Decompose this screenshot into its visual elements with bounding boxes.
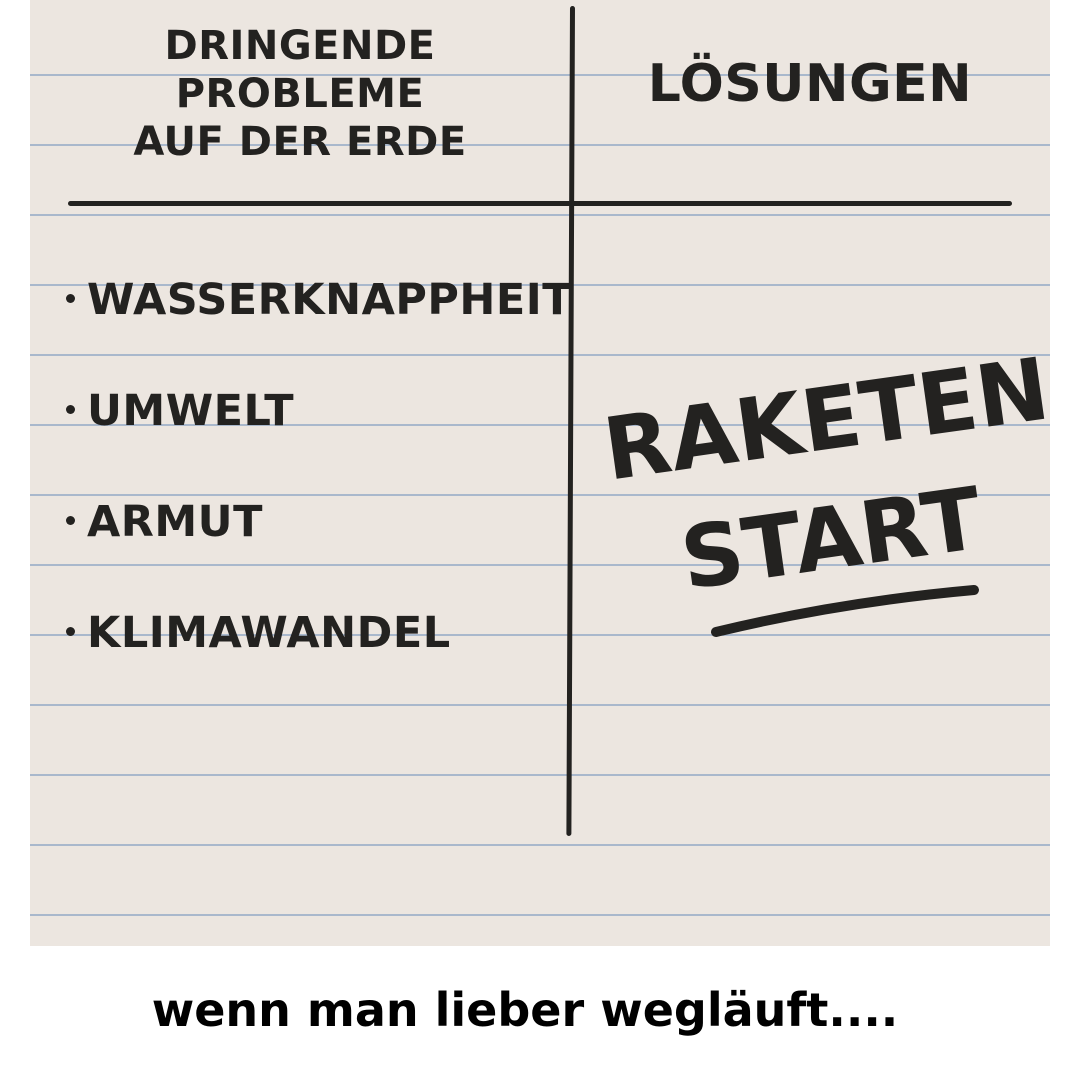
problems-header-line-1: DRINGENDE [164,23,436,69]
bullet-icon [66,627,75,636]
solution-handwriting: RAKETEN- START [598,334,1050,637]
problem-label: KLIMAWANDEL [87,608,451,658]
bullet-icon [66,294,75,303]
problem-item-water-scarcity: WASSERKNAPPHEIT [66,272,572,383]
problems-header-line-2: PROBLEME [175,71,425,117]
meme-caption: wenn man lieber wegläuft.... [151,983,899,1037]
bullet-icon [66,516,75,525]
problems-list: WASSERKNAPPHEIT UMWELT ARMUT KLIMAWANDEL [66,272,572,716]
bullet-icon [66,405,75,414]
table-header-divider [68,201,1012,206]
problem-label: ARMUT [87,497,263,547]
problem-item-poverty: ARMUT [66,494,572,605]
problem-label: UMWELT [87,386,295,436]
problem-item-environment: UMWELT [66,383,572,494]
solution-line-1: RAKETEN- [598,334,1050,500]
problem-label: WASSERKNAPPHEIT [87,275,573,325]
solutions-column-header: LÖSUNGEN [647,54,973,114]
problems-column-header: DRINGENDE PROBLEME AUF DER ERDE [90,22,510,166]
problem-item-climate-change: KLIMAWANDEL [66,605,572,716]
problems-header-line-3: AUF DER ERDE [133,119,467,165]
lined-paper: DRINGENDE PROBLEME AUF DER ERDE LÖSUNGEN… [30,0,1050,946]
